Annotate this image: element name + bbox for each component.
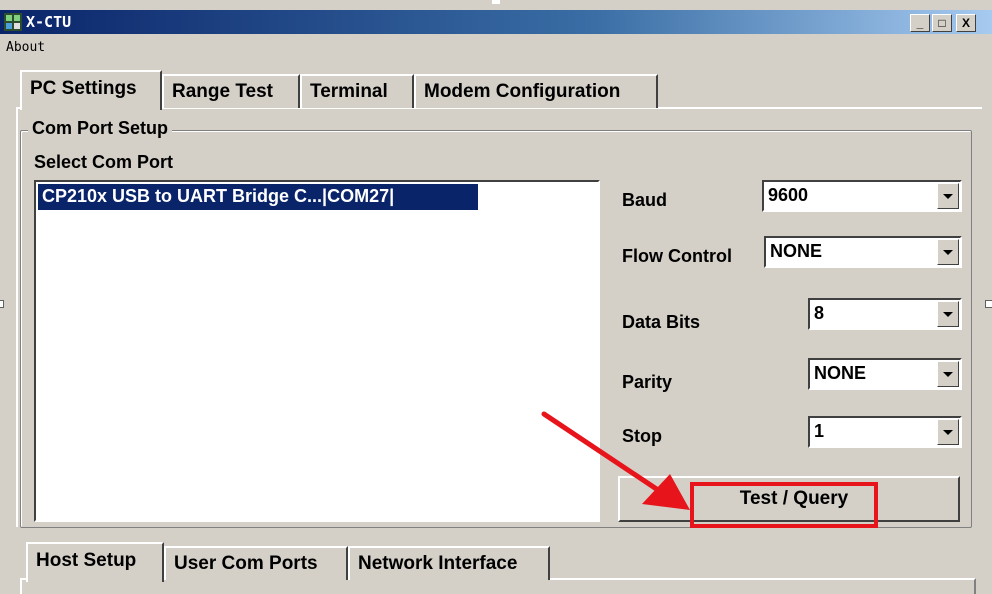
- parity-value: NONE: [814, 363, 867, 383]
- tab-modem-configuration[interactable]: Modem Configuration: [414, 74, 658, 108]
- list-item[interactable]: CP210x USB to UART Bridge C...|COM27|: [37, 183, 479, 211]
- maximize-button[interactable]: □: [932, 14, 952, 32]
- minimize-button[interactable]: _: [910, 14, 930, 32]
- title-bar[interactable]: X-CTU _ □ X: [0, 10, 992, 34]
- right-resize-handle[interactable]: [985, 300, 992, 308]
- flow-control-value: NONE: [770, 241, 823, 261]
- close-button[interactable]: X: [956, 14, 976, 32]
- tab-pc-settings[interactable]: PC Settings: [20, 70, 162, 110]
- flow-control-label: Flow Control: [622, 246, 732, 266]
- tab-host-setup[interactable]: Host Setup: [26, 542, 164, 582]
- select-com-port-label: Select Com Port: [34, 152, 174, 172]
- highlight-box: [690, 482, 878, 528]
- data-bits-value: 8: [814, 303, 825, 323]
- stop-value: 1: [814, 421, 825, 441]
- tab-network-interface[interactable]: Network Interface: [348, 546, 550, 580]
- flow-control-select[interactable]: NONE: [764, 236, 962, 268]
- com-port-list[interactable]: CP210x USB to UART Bridge C...|COM27|: [34, 180, 600, 522]
- menu-about[interactable]: About: [6, 40, 45, 55]
- tab-terminal[interactable]: Terminal: [300, 74, 414, 108]
- tab-range-test[interactable]: Range Test: [162, 74, 300, 108]
- data-bits-select[interactable]: 8: [808, 298, 962, 330]
- xctu-app-icon: [4, 13, 22, 31]
- parity-select[interactable]: NONE: [808, 358, 962, 390]
- title-notch: [492, 0, 500, 4]
- chevron-down-icon[interactable]: [937, 183, 959, 209]
- baud-select[interactable]: 9600: [762, 180, 962, 212]
- chevron-down-icon[interactable]: [937, 419, 959, 445]
- tab-user-com-ports[interactable]: User Com Ports: [164, 546, 348, 580]
- xctu-window: X-CTU _ □ X About PC Settings Range Test…: [0, 0, 992, 594]
- baud-label: Baud: [622, 190, 667, 210]
- chevron-down-icon[interactable]: [937, 301, 959, 327]
- chevron-down-icon[interactable]: [937, 361, 959, 387]
- baud-value: 9600: [768, 185, 809, 205]
- data-bits-label: Data Bits: [622, 312, 701, 332]
- chevron-down-icon[interactable]: [937, 239, 959, 265]
- left-resize-handle[interactable]: [0, 300, 4, 308]
- stop-select[interactable]: 1: [808, 416, 962, 448]
- parity-label: Parity: [622, 372, 673, 392]
- com-port-setup-title: Com Port Setup: [28, 118, 173, 139]
- window-title: X-CTU: [26, 13, 72, 31]
- menu-bar: About: [0, 34, 992, 64]
- stop-label: Stop: [622, 426, 662, 446]
